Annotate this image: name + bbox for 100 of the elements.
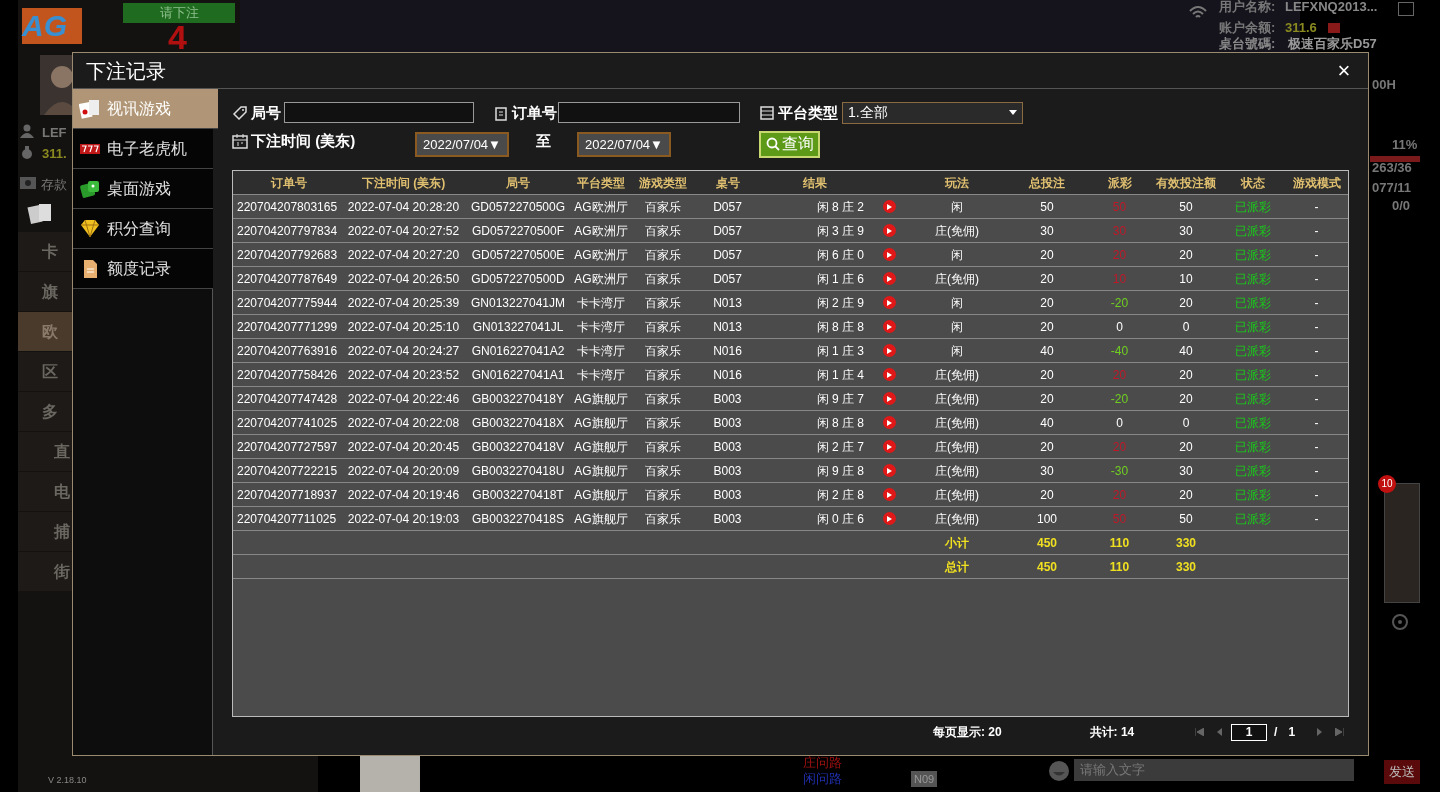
page-separator: /	[1274, 724, 1278, 742]
sidebar-item[interactable]: 视讯游戏	[73, 89, 218, 129]
order-input[interactable]	[558, 102, 740, 124]
play-icon	[887, 395, 892, 402]
balance-label: 账户余额:	[1219, 21, 1276, 35]
table-cell-text: B003	[712, 462, 743, 480]
flag-icon	[1328, 23, 1340, 33]
road-label: 闲问路	[803, 772, 842, 786]
lobby-item[interactable]: 电	[18, 472, 72, 511]
result-cell-text: 闲 9 庄 7	[815, 390, 865, 408]
play-type-cell-text: 庄(免佣)	[934, 462, 980, 480]
play-icon	[887, 227, 892, 234]
close-button[interactable]: ×	[1333, 59, 1355, 82]
stat-text: 077/11	[1372, 180, 1412, 195]
play-button[interactable]	[883, 392, 896, 406]
table-cell-text: D057	[712, 222, 743, 240]
lobby-item[interactable]: 欧	[18, 312, 72, 351]
play-button[interactable]	[883, 416, 896, 430]
play-button[interactable]	[883, 248, 896, 262]
play-button[interactable]	[883, 440, 896, 454]
user-icon	[20, 124, 34, 138]
game-cell-text: 百家乐	[644, 318, 682, 336]
page-input[interactable]: 1	[1231, 723, 1268, 741]
status-cell-text: 已派彩	[1233, 270, 1272, 288]
platform-cell-text: AG欧洲厅	[574, 198, 628, 216]
mode-cell-text: -	[1313, 222, 1320, 240]
diamond-icon	[79, 217, 101, 240]
table-cell-text: N016	[712, 366, 743, 384]
column-header: 游戏模式	[1291, 174, 1342, 192]
result-cell-text: 闲 8 庄 2	[815, 198, 865, 216]
tag-icon	[232, 104, 248, 121]
order-cell-text: 220704207711025	[236, 510, 338, 528]
power-button[interactable]	[1398, 2, 1414, 16]
settings-icon	[1390, 612, 1410, 632]
lobby-item[interactable]: 区	[18, 352, 72, 391]
to-label: 至	[534, 130, 552, 151]
order-cell-text: 220704207787649	[236, 270, 339, 288]
lobby-item[interactable]: 街	[18, 552, 72, 591]
payout-cell-text: 20	[1111, 366, 1128, 384]
play-icon	[887, 467, 892, 474]
valid-bet-cell-text: 40	[1178, 342, 1194, 360]
game-cell-text: 百家乐	[644, 270, 682, 288]
sidebar-item[interactable]: 电子老虎机	[73, 129, 213, 169]
valid-bet-cell-text: 50	[1178, 198, 1194, 216]
platform-select[interactable]: 1.全部	[842, 101, 1023, 124]
deposit-link[interactable]: 存款	[41, 175, 67, 195]
date-to-select[interactable]: 2022/07/04▼	[577, 131, 671, 157]
platform-cell-text: 卡卡湾厅	[576, 342, 626, 360]
platform-cell-text: AG欧洲厅	[574, 222, 628, 240]
round-cell-text: GD0572270500D	[470, 270, 566, 288]
beadroad-background	[360, 756, 420, 792]
play-button[interactable]	[883, 464, 896, 478]
play-icon	[887, 299, 892, 306]
column-header: 局号	[505, 174, 531, 192]
username-text: LEF	[42, 124, 67, 142]
play-button[interactable]	[883, 272, 896, 286]
play-button[interactable]	[883, 368, 896, 382]
table-cell-text: B003	[712, 486, 743, 504]
sidebar-item[interactable]: 桌面游戏	[73, 169, 213, 209]
order-cell-text: 220704207797834	[236, 222, 339, 240]
query-button[interactable]: 查询	[759, 130, 820, 158]
caret-icon	[1009, 110, 1017, 116]
status-cell-text: 已派彩	[1233, 486, 1272, 504]
play-button[interactable]	[883, 488, 896, 502]
date-from-select[interactable]: 2022/07/04▼	[415, 131, 509, 157]
play-button[interactable]	[883, 344, 896, 358]
send-button[interactable]: 发送	[1384, 760, 1420, 784]
play-button[interactable]	[883, 224, 896, 238]
lobby-item[interactable]: 直	[18, 432, 72, 471]
payout-cell-text: -20	[1109, 294, 1130, 312]
column-header: 玩法	[943, 174, 970, 192]
mode-cell-text: -	[1313, 246, 1320, 264]
play-button[interactable]	[883, 200, 896, 214]
play-button[interactable]	[883, 512, 896, 526]
play-button[interactable]	[883, 320, 896, 334]
table-cell-text: B003	[712, 510, 743, 528]
summary-cell-text: 450	[1036, 558, 1058, 576]
lobby-item[interactable]: 旗	[18, 272, 72, 311]
result-cell-text: 闲 2 庄 9	[815, 294, 865, 312]
playing-cards-icon	[79, 97, 101, 120]
column-header: 派彩	[1106, 174, 1133, 192]
round-input[interactable]	[284, 102, 474, 124]
lobby-item[interactable]: 多	[18, 392, 72, 431]
play-button[interactable]	[883, 296, 896, 310]
lobby-item[interactable]: 捕	[18, 512, 72, 551]
sidebar-item[interactable]: 额度记录	[73, 249, 213, 289]
platform-cell-text: AG旗舰厅	[574, 414, 628, 432]
valid-bet-cell-text: 30	[1178, 222, 1194, 240]
platform-cell-text: AG欧洲厅	[574, 270, 628, 288]
order-cell-text: 220704207775944	[236, 294, 339, 312]
last-page-icon	[1334, 728, 1344, 737]
lobby-item[interactable]: 卡	[18, 232, 72, 271]
sidebar-item[interactable]: 积分查询	[73, 209, 213, 249]
bet-cell-text: 30	[1039, 222, 1055, 240]
column-header: 桌号	[714, 174, 741, 192]
bet-cell-text: 20	[1039, 366, 1055, 384]
road-label: 庄问路	[803, 756, 842, 770]
time-label: 下注时间 (美东)	[251, 130, 356, 151]
order-cell-text: 220704207792683	[236, 246, 339, 264]
payout-cell-text: 0	[1115, 318, 1124, 336]
